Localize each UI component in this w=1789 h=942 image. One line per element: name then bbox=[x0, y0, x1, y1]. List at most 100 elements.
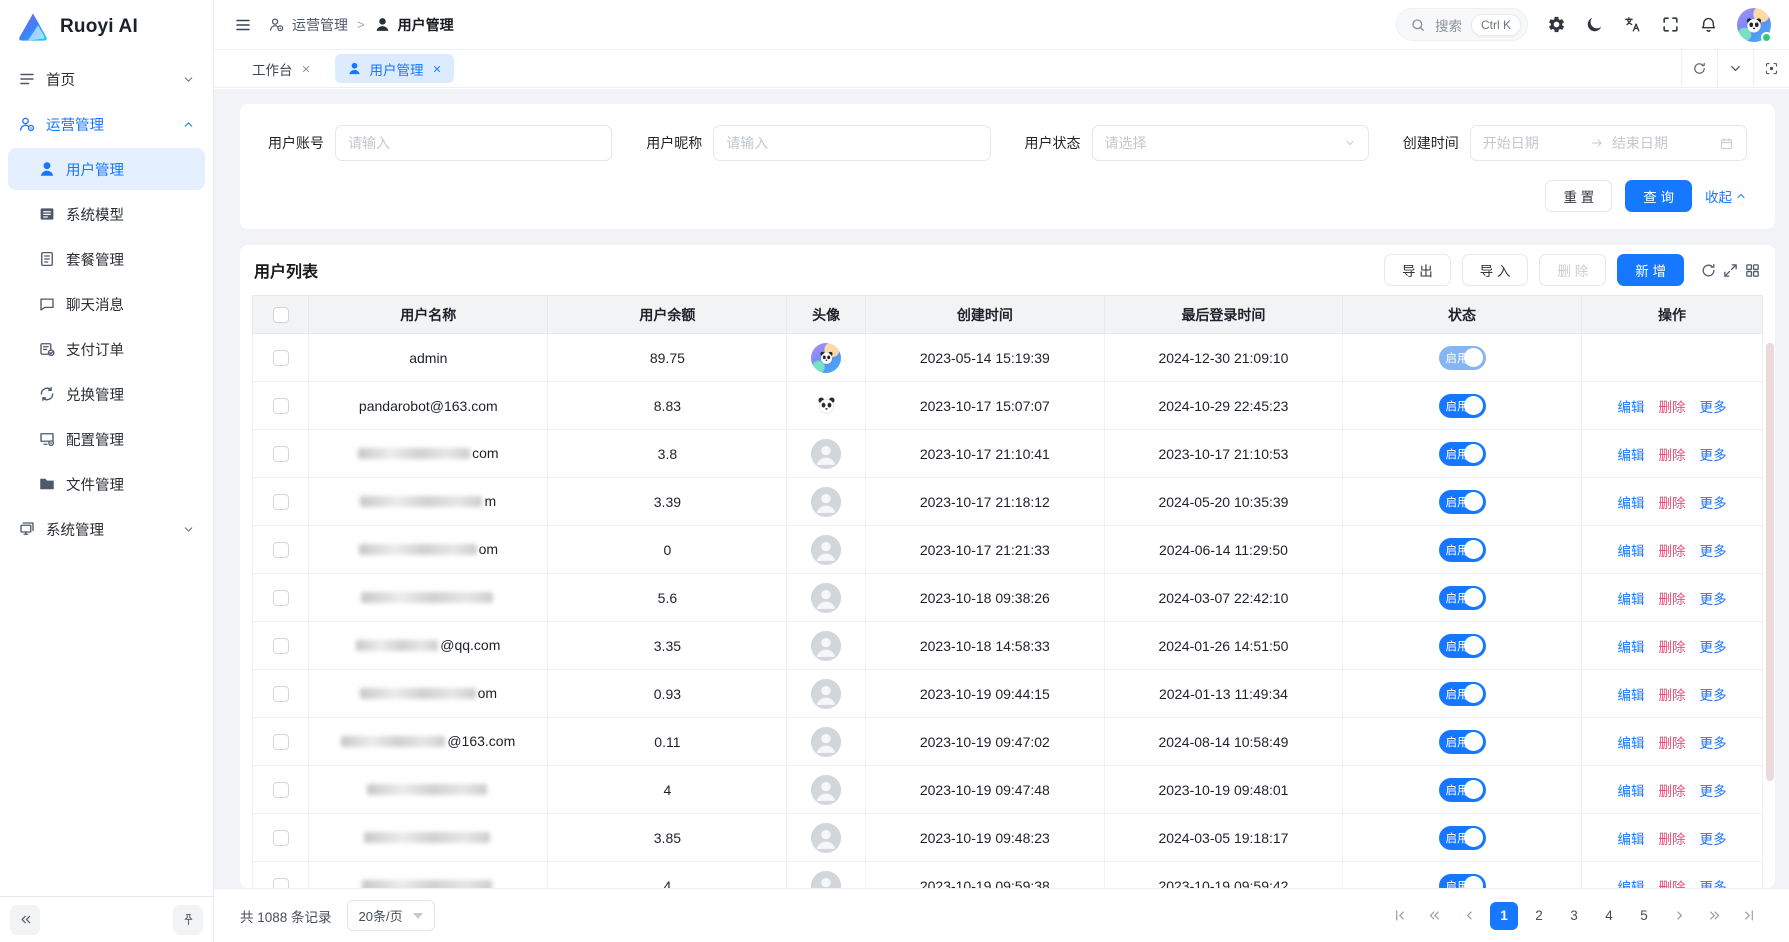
status-toggle[interactable]: 启用 bbox=[1439, 826, 1486, 850]
refresh-button[interactable] bbox=[1681, 50, 1717, 87]
edit-link[interactable]: 编辑 bbox=[1618, 736, 1645, 751]
close-icon[interactable] bbox=[432, 64, 442, 74]
row-checkbox[interactable] bbox=[273, 542, 289, 558]
menu-toggle-icon[interactable] bbox=[234, 16, 252, 34]
sidebar-item[interactable]: 用户管理 bbox=[8, 148, 205, 190]
sidebar-pin-button[interactable] bbox=[173, 905, 203, 935]
delete-link[interactable]: 删除 bbox=[1659, 784, 1686, 799]
sidebar-item[interactable]: 首页 bbox=[8, 58, 205, 100]
page-button[interactable]: 5 bbox=[1630, 902, 1658, 930]
status-toggle[interactable]: 启用 bbox=[1439, 778, 1486, 802]
row-checkbox[interactable] bbox=[273, 638, 289, 654]
nickname-input[interactable] bbox=[726, 135, 977, 151]
collapse-filter-link[interactable]: 收起 bbox=[1705, 186, 1747, 206]
more-link[interactable]: 更多 bbox=[1700, 688, 1727, 703]
edit-link[interactable]: 编辑 bbox=[1618, 688, 1645, 703]
more-link[interactable]: 更多 bbox=[1700, 496, 1727, 511]
delete-link[interactable]: 删除 bbox=[1659, 832, 1686, 847]
close-icon[interactable] bbox=[301, 64, 311, 74]
add-button[interactable]: 新 增 bbox=[1617, 254, 1684, 286]
delete-link[interactable]: 删除 bbox=[1659, 880, 1686, 889]
delete-link[interactable]: 删除 bbox=[1659, 592, 1686, 607]
status-select[interactable]: 请选择 bbox=[1092, 125, 1369, 161]
page-button[interactable]: 4 bbox=[1595, 902, 1623, 930]
settings-icon[interactable] bbox=[1547, 15, 1566, 34]
edit-link[interactable]: 编辑 bbox=[1618, 640, 1645, 655]
sidebar-item[interactable]: 文件管理 bbox=[8, 463, 205, 505]
sidebar-item[interactable]: 系统模型 bbox=[8, 193, 205, 235]
tab-user-management[interactable]: 用户管理 bbox=[335, 54, 454, 83]
edit-link[interactable]: 编辑 bbox=[1618, 544, 1645, 559]
row-checkbox[interactable] bbox=[273, 494, 289, 510]
translate-icon[interactable] bbox=[1623, 15, 1642, 34]
sidebar-item[interactable]: 兑换管理 bbox=[8, 373, 205, 415]
user-avatar[interactable] bbox=[1737, 8, 1771, 42]
edit-link[interactable]: 编辑 bbox=[1618, 784, 1645, 799]
page-button[interactable]: 2 bbox=[1525, 902, 1553, 930]
more-link[interactable]: 更多 bbox=[1700, 784, 1727, 799]
sidebar-item[interactable]: 运营管理 bbox=[8, 103, 205, 145]
sidebar-item[interactable]: 系统管理 bbox=[8, 508, 205, 550]
more-link[interactable]: 更多 bbox=[1700, 880, 1727, 889]
sidebar-collapse-button[interactable] bbox=[10, 905, 40, 935]
breadcrumb-item-users[interactable]: 用户管理 bbox=[374, 15, 454, 35]
maximize-icon[interactable] bbox=[1722, 262, 1739, 279]
more-link[interactable]: 更多 bbox=[1700, 640, 1727, 655]
page-first-button[interactable] bbox=[1385, 902, 1413, 930]
page-next-button[interactable] bbox=[1665, 902, 1693, 930]
page-last-button[interactable] bbox=[1735, 902, 1763, 930]
more-link[interactable]: 更多 bbox=[1700, 400, 1727, 415]
date-range-picker[interactable]: 开始日期 结束日期 bbox=[1470, 125, 1747, 161]
tab-workbench[interactable]: 工作台 bbox=[240, 54, 323, 83]
edit-link[interactable]: 编辑 bbox=[1618, 448, 1645, 463]
delete-link[interactable]: 删除 bbox=[1659, 496, 1686, 511]
page-button[interactable]: 3 bbox=[1560, 902, 1588, 930]
global-search[interactable]: 搜索 Ctrl K bbox=[1396, 8, 1528, 41]
query-button[interactable]: 查 询 bbox=[1625, 180, 1692, 212]
status-toggle[interactable]: 启用 bbox=[1439, 682, 1486, 706]
page-next-double-button[interactable] bbox=[1700, 902, 1728, 930]
sidebar-item[interactable]: 支付订单 bbox=[8, 328, 205, 370]
sidebar-item[interactable]: 聊天消息 bbox=[8, 283, 205, 325]
more-link[interactable]: 更多 bbox=[1700, 736, 1727, 751]
bell-icon[interactable] bbox=[1699, 15, 1718, 34]
edit-link[interactable]: 编辑 bbox=[1618, 592, 1645, 607]
edit-link[interactable]: 编辑 bbox=[1618, 496, 1645, 511]
moon-icon[interactable] bbox=[1585, 15, 1604, 34]
delete-link[interactable]: 删除 bbox=[1659, 400, 1686, 415]
row-checkbox[interactable] bbox=[273, 830, 289, 846]
breadcrumb-item-operations[interactable]: 运营管理 bbox=[268, 15, 348, 35]
row-checkbox[interactable] bbox=[273, 734, 289, 750]
fullscreen-icon[interactable] bbox=[1661, 15, 1680, 34]
sidebar-item[interactable]: 套餐管理 bbox=[8, 238, 205, 280]
edit-link[interactable]: 编辑 bbox=[1618, 880, 1645, 889]
delete-link[interactable]: 删除 bbox=[1659, 448, 1686, 463]
delete-link[interactable]: 删除 bbox=[1659, 640, 1686, 655]
more-link[interactable]: 更多 bbox=[1700, 448, 1727, 463]
delete-link[interactable]: 删除 bbox=[1659, 736, 1686, 751]
focus-button[interactable] bbox=[1753, 50, 1789, 87]
refresh-icon[interactable] bbox=[1700, 262, 1717, 279]
status-toggle[interactable]: 启用 bbox=[1439, 586, 1486, 610]
page-button[interactable]: 1 bbox=[1490, 902, 1518, 930]
reset-button[interactable]: 重 置 bbox=[1545, 180, 1612, 212]
export-button[interactable]: 导 出 bbox=[1384, 254, 1451, 286]
delete-button[interactable]: 删 除 bbox=[1539, 254, 1606, 286]
row-checkbox[interactable] bbox=[273, 398, 289, 414]
row-checkbox[interactable] bbox=[273, 446, 289, 462]
select-all-checkbox[interactable] bbox=[273, 307, 289, 323]
delete-link[interactable]: 删除 bbox=[1659, 544, 1686, 559]
status-toggle[interactable]: 启用 bbox=[1439, 346, 1486, 370]
account-input[interactable] bbox=[348, 135, 599, 151]
row-checkbox[interactable] bbox=[273, 782, 289, 798]
row-checkbox[interactable] bbox=[273, 590, 289, 606]
edit-link[interactable]: 编辑 bbox=[1618, 832, 1645, 847]
page-size-select[interactable]: 20条/页 bbox=[347, 900, 435, 931]
more-link[interactable]: 更多 bbox=[1700, 544, 1727, 559]
chevron-down-button[interactable] bbox=[1717, 50, 1753, 87]
row-checkbox[interactable] bbox=[273, 350, 289, 366]
status-toggle[interactable]: 启用 bbox=[1439, 394, 1486, 418]
page-prev-button[interactable] bbox=[1455, 902, 1483, 930]
row-checkbox[interactable] bbox=[273, 686, 289, 702]
more-link[interactable]: 更多 bbox=[1700, 592, 1727, 607]
